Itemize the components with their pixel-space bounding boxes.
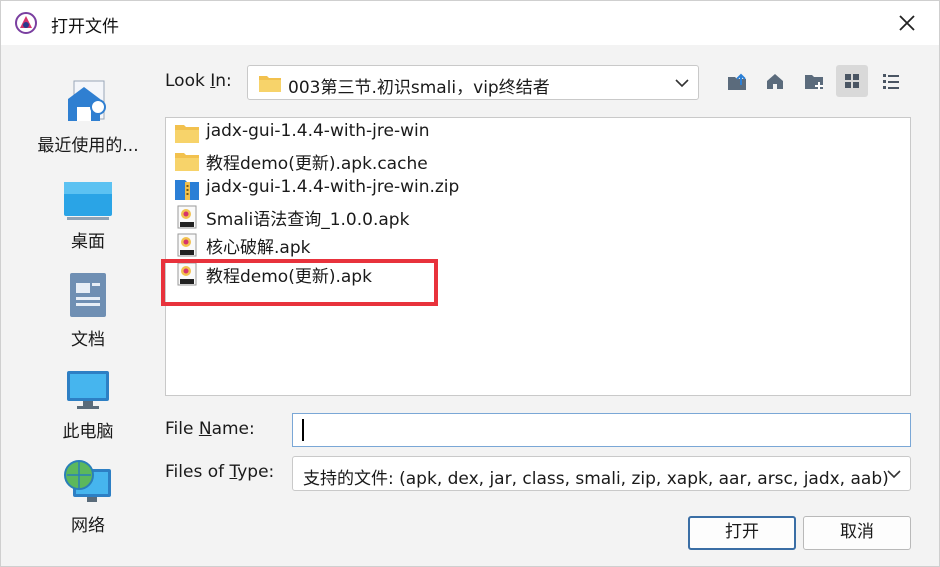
place-label: 此电脑	[62, 422, 114, 442]
documents-icon	[70, 273, 106, 317]
computer-icon	[67, 371, 109, 409]
file-name: 教程demo(更新).apk.cache	[206, 154, 428, 174]
file-name: 教程demo(更新).apk	[206, 267, 372, 287]
window-title: 打开文件	[51, 17, 119, 37]
files-of-type-value: 支持的文件: (apk, dex, jar, class, smali, zip…	[303, 469, 889, 489]
place-label: 最近使用的...	[37, 136, 139, 156]
home-icon	[767, 74, 783, 89]
chevron-down-icon	[887, 470, 901, 479]
file-name: jadx-gui-1.4.4-with-jre-win	[206, 121, 430, 141]
cancel-button[interactable]: 取消	[803, 516, 911, 550]
up-one-level-button[interactable]	[721, 65, 753, 97]
file-name: Smali语法查询_1.0.0.apk	[206, 210, 410, 230]
place-label: 文档	[71, 330, 105, 350]
list-view-icon	[845, 74, 859, 88]
desktop-icon	[64, 182, 112, 220]
file-name: jadx-gui-1.4.4-with-jre-win.zip	[206, 177, 460, 197]
place-label: 桌面	[71, 232, 105, 252]
file-name-label: File Name:	[165, 419, 255, 439]
place-computer[interactable]: 此电脑	[13, 369, 163, 442]
text-caret	[302, 419, 304, 441]
places-sidebar: 最近使用的... 桌面 文档 此电脑 网络	[1, 61, 169, 551]
recent-places-icon	[68, 80, 106, 121]
place-network[interactable]: 网络	[13, 459, 163, 536]
chevron-down-icon	[675, 79, 689, 88]
file-name-input[interactable]	[292, 413, 911, 447]
folder-icon	[175, 125, 199, 143]
place-documents[interactable]: 文档	[13, 271, 163, 350]
file-list[interactable]: jadx-gui-1.4.4-with-jre-win 教程demo(更新).a…	[165, 117, 911, 396]
list-view-button[interactable]	[836, 65, 868, 97]
apk-file-icon	[177, 262, 197, 286]
close-icon	[899, 15, 915, 31]
title-bar: 打开文件	[1, 1, 939, 45]
look-in-value: 003第三节.初识smali，vip终结者	[288, 78, 550, 98]
folder-icon	[259, 76, 281, 92]
look-in-combo[interactable]: 003第三节.初识smali，vip终结者	[247, 65, 699, 100]
place-label: 网络	[71, 516, 105, 536]
place-desktop[interactable]: 桌面	[13, 181, 163, 252]
new-folder-button[interactable]	[798, 65, 830, 97]
open-file-dialog: 打开文件 最近使用的... 桌面 文档 此电脑 网络 Look In: 003第…	[0, 0, 940, 567]
network-icon	[64, 460, 111, 502]
look-in-label: Look In:	[165, 71, 232, 91]
place-recent[interactable]: 最近使用的...	[13, 77, 163, 156]
home-button[interactable]	[759, 65, 791, 97]
apk-file-icon	[177, 233, 197, 257]
file-name: 核心破解.apk	[206, 238, 311, 258]
open-button[interactable]: 打开	[688, 516, 796, 550]
apk-file-icon	[177, 205, 197, 229]
details-view-icon	[883, 74, 899, 89]
folder-icon	[175, 153, 199, 171]
up-folder-icon	[728, 73, 746, 90]
close-button[interactable]	[893, 9, 921, 37]
files-of-type-combo[interactable]: 支持的文件: (apk, dex, jar, class, smali, zip…	[292, 456, 911, 491]
jadx-app-icon	[15, 12, 37, 34]
files-of-type-label: Files of Type:	[165, 462, 275, 482]
new-folder-icon	[805, 75, 823, 90]
details-view-button[interactable]	[875, 65, 907, 97]
zip-archive-icon	[175, 180, 199, 200]
